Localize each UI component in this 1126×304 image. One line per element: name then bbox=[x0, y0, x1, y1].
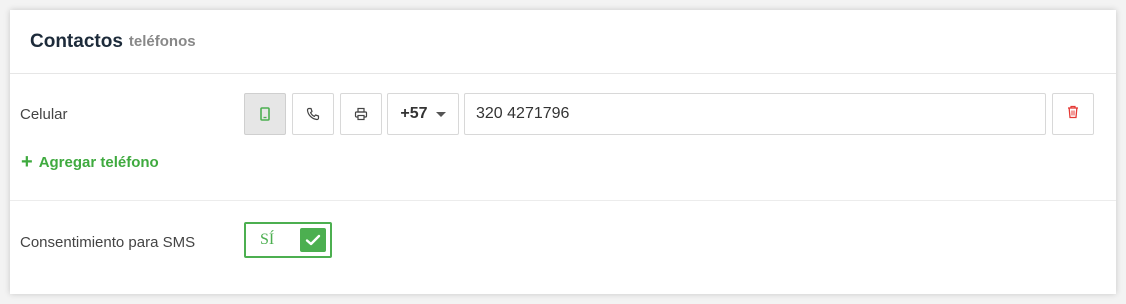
contacts-card: Contactos teléfonos bbox=[10, 10, 1116, 294]
phone-type-fax-button[interactable] bbox=[340, 93, 382, 135]
mobile-phone-icon bbox=[260, 107, 270, 121]
sms-consent-label: Consentimiento para SMS bbox=[20, 234, 196, 251]
trash-icon bbox=[1067, 105, 1079, 124]
phone-type-landline-button[interactable] bbox=[292, 93, 334, 135]
card-subtitle: teléfonos bbox=[128, 33, 196, 50]
card-header: Contactos teléfonos bbox=[10, 10, 1116, 74]
card-title: Contactos bbox=[30, 30, 123, 52]
country-code-value: +57 bbox=[400, 105, 428, 122]
fax-printer-icon bbox=[354, 107, 368, 121]
sms-consent-toggle[interactable]: SÍ bbox=[244, 222, 332, 258]
phone-handset-icon bbox=[306, 107, 320, 121]
phone-number-input[interactable] bbox=[464, 93, 1046, 135]
add-phone-link[interactable]: + Agregar teléfono bbox=[21, 152, 159, 172]
checkmark-icon bbox=[300, 228, 326, 252]
country-code-select[interactable]: +57 bbox=[387, 93, 459, 135]
sms-consent-value: SÍ bbox=[260, 231, 275, 248]
add-phone-label: Agregar teléfono bbox=[38, 153, 159, 171]
section-divider bbox=[10, 200, 1116, 201]
phone-type-mobile-button[interactable] bbox=[244, 93, 286, 135]
delete-phone-button[interactable] bbox=[1052, 93, 1094, 135]
chevron-down-icon bbox=[435, 111, 446, 117]
phone-type-label: Celular bbox=[20, 106, 68, 123]
plus-icon: + bbox=[21, 151, 33, 173]
